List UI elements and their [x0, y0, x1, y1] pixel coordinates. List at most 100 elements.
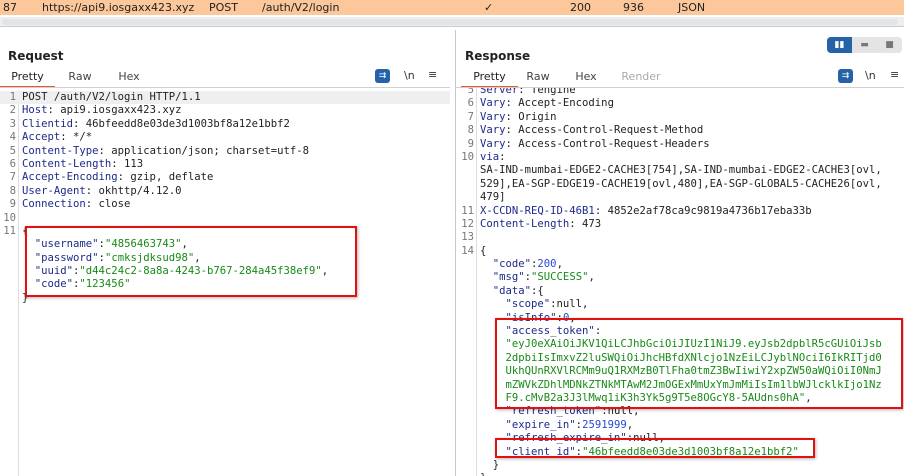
tab-hex[interactable]: Hex: [566, 70, 606, 88]
code-key: X-CCDN-REQ-ID-46B1: [480, 204, 595, 217]
code-text: : Accept-Encoding: [505, 97, 614, 110]
line-content: "msg":"SUCCESS",: [480, 271, 595, 284]
code-line: 10 via:: [456, 151, 904, 164]
code-line: 12 Content-Length: 473: [456, 218, 904, 231]
code-line: 479]: [456, 191, 904, 204]
code-line: "msg":"SUCCESS",: [456, 271, 904, 284]
code-text: ,: [588, 271, 595, 284]
line-content: Clientid: 46bfeedd8e03de3d1003bf8a12e1bb…: [22, 118, 290, 131]
line-content: Content-Length: 113: [22, 158, 143, 171]
layout-split-vertical-icon[interactable]: ▬: [852, 37, 877, 53]
line-content: "data":{: [480, 285, 544, 298]
response-editor[interactable]: 5 Server: Tengine 6 Vary: Accept-Encoding 7 V…: [456, 88, 904, 476]
line-content: User-Agent: okhttp/4.12.0: [22, 185, 181, 198]
highlight-box-access-token: [495, 318, 903, 409]
line-number: 9: [9, 198, 16, 211]
line-content: Accept-Encoding: gzip, deflate: [22, 171, 213, 184]
row-url: /auth/V2/login: [262, 1, 340, 14]
code-key: Vary: [480, 97, 506, 110]
code-text: : 473: [569, 217, 602, 230]
code-text: :: [499, 150, 506, 163]
layout-single-icon[interactable]: ■: [877, 37, 902, 53]
line-content: Content-Type: application/json; charset=…: [22, 145, 309, 158]
code-text: 479]: [480, 191, 506, 204]
code-number: 2591999: [582, 418, 627, 431]
code-line: 13: [456, 231, 904, 244]
code-key: Content-Length: [480, 217, 570, 230]
line-number: 13: [461, 231, 474, 244]
horizontal-scrollbar[interactable]: [0, 17, 904, 27]
line-content: via:: [480, 151, 506, 164]
highlight-box-client-id: [495, 438, 815, 458]
line-content: "code":200,: [480, 258, 563, 271]
code-key: "scope": [480, 298, 551, 311]
code-text: : close: [85, 198, 131, 211]
code-line: "expire_in":2591999,: [456, 419, 904, 432]
layout-split-horizontal-icon[interactable]: ▮▮: [827, 37, 852, 53]
line-number: 14: [461, 244, 474, 257]
code-text: : Tengine: [518, 88, 576, 96]
line-number: 12: [461, 217, 474, 230]
line-number: 10: [3, 211, 16, 224]
line-number: 10: [461, 150, 474, 163]
code-line: "data":{: [456, 285, 904, 298]
response-viewport: 5 Server: Tengine 6 Vary: Accept-Encoding 7 V…: [456, 88, 904, 476]
code-text: : application/json; charset=utf-8: [98, 144, 310, 157]
line-number: 3: [9, 117, 16, 130]
line-content: Content-Length: 473: [480, 218, 601, 231]
code-key: Server: [480, 88, 519, 96]
line-number: 8: [9, 184, 16, 197]
code-line: 11 X-CCDN-REQ-ID-46B1: 4852e2af78ca9c9819…: [456, 205, 904, 218]
code-key: User-Agent: [22, 184, 86, 197]
line-number: 9: [467, 137, 474, 150]
code-text: : Access-Control-Request-Headers: [505, 137, 710, 150]
code-key: Content-Type: [22, 144, 99, 157]
code-line: 2 Host: api9.iosgaxx423.xyz: [0, 104, 450, 117]
tab-pretty[interactable]: Pretty: [0, 70, 55, 88]
tab-raw[interactable]: Raw: [518, 70, 558, 88]
tab-pretty[interactable]: Pretty: [461, 70, 518, 88]
line-content: 479]: [480, 191, 506, 204]
line-content: Vary: Accept-Encoding: [480, 97, 614, 110]
menu-icon[interactable]: ≡: [890, 68, 899, 81]
tab-raw[interactable]: Raw: [60, 70, 100, 88]
code-line: 8 Vary: Access-Control-Request-Method: [456, 124, 904, 137]
code-key: Accept-Encoding: [22, 171, 118, 184]
line-number: 6: [467, 97, 474, 110]
newline-toggle[interactable]: \n: [865, 69, 876, 82]
tab-render[interactable]: Render: [616, 70, 666, 88]
code-text: : api9.iosgaxx423.xyz: [47, 104, 182, 117]
line-content: Accept: */*: [22, 131, 92, 144]
row-method: POST: [209, 1, 238, 14]
line-number: 7: [467, 110, 474, 123]
tab-hex[interactable]: Hex: [110, 70, 148, 88]
newline-toggle[interactable]: \n: [404, 69, 415, 82]
code-text: :{: [531, 284, 544, 297]
code-key: Connection: [22, 198, 86, 211]
code-key: Accept: [22, 131, 61, 144]
menu-icon[interactable]: ≡: [428, 68, 437, 81]
line-content: SA-IND-mumbai-EDGE2-CACHE3[754],SA-IND-m…: [480, 164, 882, 177]
line-number: 5: [467, 88, 474, 96]
line-content: Vary: Access-Control-Request-Headers: [480, 138, 710, 151]
word-wrap-icon[interactable]: ⇉: [375, 69, 390, 83]
word-wrap-icon[interactable]: ⇉: [838, 69, 853, 83]
code-string: "SUCCESS": [531, 271, 589, 284]
code-key: via: [480, 150, 500, 163]
scrollbar-thumb[interactable]: [2, 19, 898, 25]
code-text: : 113: [111, 157, 144, 170]
code-text: }: [480, 472, 486, 476]
code-text: {: [480, 244, 487, 257]
code-text: 529],EA-SGP-EDGE19-CACHE19[ovl,480],EA-S…: [480, 177, 882, 190]
line-content: X-CCDN-REQ-ID-46B1: 4852e2af78ca9c9819a4…: [480, 205, 812, 218]
code-line: }: [456, 459, 904, 472]
code-line: 5 Content-Type: application/json; charset…: [0, 145, 450, 158]
line-content: {: [480, 245, 486, 258]
code-key: Vary: [480, 137, 506, 150]
line-content: }: [480, 472, 486, 476]
code-key: Content-Length: [22, 157, 112, 170]
code-line: 5 Server: Tengine: [456, 88, 904, 97]
history-row-selected[interactable]: 87 https://api9.iosgaxx423.xyz POST /aut…: [0, 0, 904, 15]
code-text: :null,: [550, 298, 589, 311]
code-line: }: [456, 472, 904, 476]
